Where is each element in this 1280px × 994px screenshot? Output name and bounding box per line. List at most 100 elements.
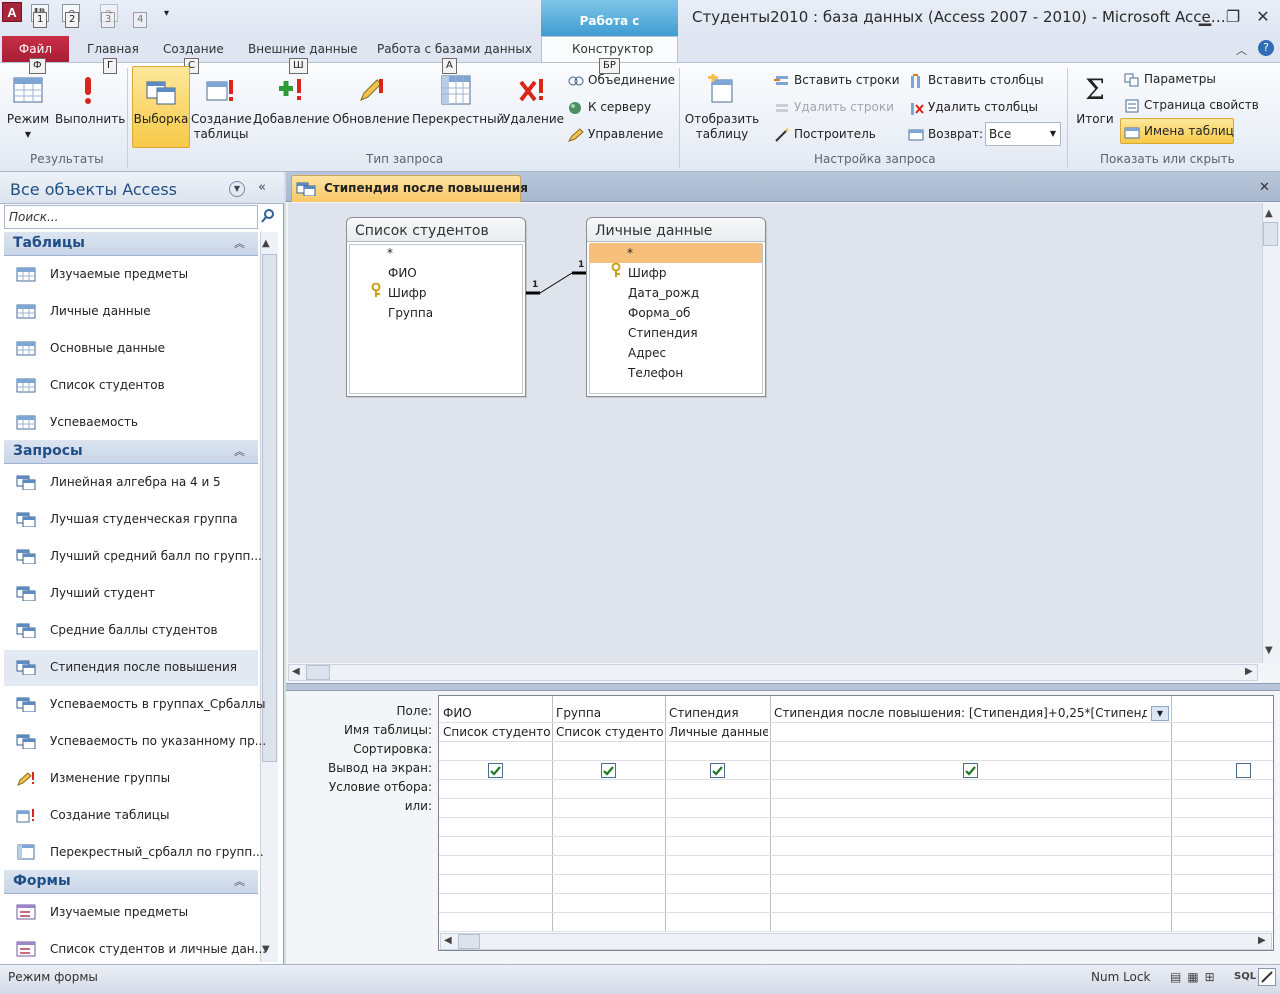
table-field[interactable]: * bbox=[627, 243, 633, 263]
return-combobox[interactable]: Все ▼ bbox=[985, 122, 1061, 146]
run-button[interactable]: Выполнить bbox=[55, 74, 125, 127]
design-view-icon[interactable] bbox=[1258, 968, 1276, 986]
search-icon[interactable] bbox=[261, 209, 275, 226]
table-field[interactable]: Адрес bbox=[628, 343, 666, 363]
nav-collapse-icon[interactable]: « bbox=[258, 180, 266, 195]
show-table-button[interactable]: Отобразить таблицу bbox=[684, 74, 760, 142]
nav-item[interactable]: Основные данные bbox=[4, 331, 258, 367]
nav-item[interactable]: Лучший средний балл по групп... bbox=[4, 539, 262, 575]
delete-rows-button[interactable]: Удалить строки bbox=[774, 97, 894, 117]
qat-customize-icon[interactable]: ▾ bbox=[164, 8, 169, 19]
upper-hscrollbar[interactable] bbox=[288, 664, 1258, 681]
upper-scroll-up-icon[interactable]: ▲ bbox=[1265, 208, 1273, 219]
table-field[interactable]: Шифр bbox=[388, 283, 427, 303]
show-checkbox[interactable] bbox=[1236, 763, 1251, 778]
union-button[interactable]: Объединение bbox=[568, 70, 675, 90]
upper-hscroll-thumb[interactable] bbox=[306, 665, 330, 680]
builder-button[interactable]: Построитель bbox=[774, 124, 876, 144]
grid-table-cell[interactable]: Личные данные bbox=[665, 723, 768, 742]
upper-scroll-left-icon[interactable]: ◀ bbox=[292, 666, 300, 677]
append-button[interactable]: Добавление bbox=[253, 74, 330, 127]
nav-item[interactable]: Успеваемость bbox=[4, 405, 258, 441]
nav-item[interactable]: Перекрестный_србалл по групп... bbox=[4, 835, 264, 871]
upper-scroll-down-icon[interactable]: ▼ bbox=[1265, 645, 1273, 656]
show-checkbox[interactable] bbox=[710, 763, 725, 778]
tab-create[interactable]: Создание bbox=[163, 42, 224, 56]
help-icon[interactable]: ? bbox=[1258, 40, 1274, 56]
restore-icon[interactable]: ❐ bbox=[1220, 6, 1246, 28]
parameters-button[interactable]: Параметры bbox=[1124, 69, 1216, 89]
tab-external-data[interactable]: Внешние данные bbox=[248, 42, 357, 56]
select-query-button[interactable]: Выборка bbox=[132, 74, 190, 127]
property-sheet-button[interactable]: Страница свойств bbox=[1124, 95, 1259, 115]
grid-hscroll-thumb[interactable] bbox=[458, 934, 480, 949]
table-box-title[interactable]: Список студентов bbox=[347, 218, 525, 242]
nav-search-input[interactable]: Поиск... bbox=[4, 205, 258, 229]
sql-view-icon[interactable]: SQL bbox=[1234, 971, 1256, 982]
collapse-section-icon[interactable]: ︽ bbox=[234, 235, 245, 251]
table-box-title[interactable]: Личные данные bbox=[587, 218, 765, 242]
nav-item[interactable]: Лучший студент bbox=[4, 576, 258, 612]
view-dropdown-icon[interactable]: ▼ bbox=[4, 127, 52, 142]
nav-item[interactable]: Средние баллы студентов bbox=[4, 613, 258, 649]
grid-scroll-right-icon[interactable]: ▶ bbox=[1258, 935, 1266, 946]
collapse-section-icon[interactable]: ︽ bbox=[234, 873, 245, 889]
grid-table-cell[interactable] bbox=[770, 723, 1169, 742]
grid-field-cell[interactable]: Группа bbox=[552, 704, 663, 723]
nav-item[interactable]: Стипендия после повышения bbox=[4, 650, 258, 686]
nav-item[interactable]: Успеваемость в группах_Србаллы bbox=[4, 687, 265, 723]
table-field[interactable]: Группа bbox=[388, 303, 433, 323]
grid-field-cell[interactable] bbox=[1171, 704, 1271, 723]
upper-vscroll-thumb[interactable] bbox=[1263, 222, 1278, 246]
totals-button[interactable]: Σ Итоги bbox=[1073, 74, 1117, 127]
pane-splitter[interactable] bbox=[286, 683, 1280, 691]
nav-item[interactable]: Успеваемость по указанному пр... bbox=[4, 724, 266, 760]
grid-field-cell[interactable]: Стипендия после повышения: [Стипендия]+0… bbox=[770, 704, 1147, 723]
nav-scroll-up-icon[interactable]: ▲ bbox=[262, 238, 270, 249]
nav-item[interactable]: Изучаемые предметы bbox=[4, 257, 258, 293]
access-app-icon[interactable]: A bbox=[2, 2, 22, 22]
nav-item[interactable]: Личные данные bbox=[4, 294, 258, 330]
grid-table-cell[interactable] bbox=[1171, 723, 1271, 742]
insert-columns-button[interactable]: Вставить столбцы bbox=[908, 70, 1044, 90]
table-box-spisok[interactable]: Список студентов bbox=[346, 217, 526, 397]
nav-item[interactable]: Изменение группы bbox=[4, 761, 258, 797]
grid-table-cell[interactable]: Список студентов bbox=[439, 723, 550, 742]
nav-scroll-thumb[interactable] bbox=[262, 254, 277, 762]
minimize-icon[interactable]: ▁ bbox=[1192, 6, 1218, 28]
upper-scroll-right-icon[interactable]: ▶ bbox=[1245, 666, 1253, 677]
collapse-section-icon[interactable]: ︽ bbox=[234, 443, 245, 459]
table-field[interactable]: Форма_об bbox=[628, 303, 690, 323]
view-button[interactable]: Режим ▼ bbox=[4, 74, 52, 142]
table-field[interactable]: Дата_рожд bbox=[628, 283, 699, 303]
tab-home[interactable]: Главная bbox=[87, 42, 139, 56]
nav-item[interactable]: Изучаемые предметы bbox=[4, 895, 258, 931]
grid-table-cell[interactable]: Список студентов bbox=[552, 723, 663, 742]
insert-rows-button[interactable]: Вставить строки bbox=[774, 70, 900, 90]
delete-columns-button[interactable]: Удалить столбцы bbox=[908, 97, 1038, 117]
field-dropdown-icon[interactable]: ▼ bbox=[1151, 706, 1169, 721]
table-field[interactable]: Телефон bbox=[628, 363, 683, 383]
nav-pane-title[interactable]: Все объекты Access bbox=[10, 180, 177, 199]
delete-query-button[interactable]: Удаление bbox=[503, 74, 564, 127]
grid-hscrollbar[interactable] bbox=[440, 933, 1272, 950]
return-dropdown-icon[interactable]: ▼ bbox=[1050, 123, 1056, 145]
nav-item[interactable]: Создание таблицы bbox=[4, 798, 258, 834]
nav-item[interactable]: Список студентов bbox=[4, 368, 258, 404]
show-checkbox[interactable] bbox=[601, 763, 616, 778]
nav-menu-dropdown-icon[interactable]: ▼ bbox=[229, 181, 245, 197]
data-definition-button[interactable]: Управление bbox=[567, 124, 663, 144]
upper-vscrollbar[interactable] bbox=[1262, 203, 1280, 663]
grid-field-cell[interactable]: Стипендия bbox=[665, 704, 768, 723]
table-field[interactable]: ФИО bbox=[388, 263, 417, 283]
crosstab-button[interactable]: Перекрестный bbox=[412, 74, 504, 127]
close-window-icon[interactable]: ✕ bbox=[1250, 6, 1276, 28]
nav-item[interactable]: Лучшая студенческая группа bbox=[4, 502, 258, 538]
tab-design[interactable]: Конструктор bbox=[572, 42, 653, 56]
ribbon-collapse-icon[interactable]: ︿ bbox=[1236, 42, 1247, 58]
nav-item[interactable]: Линейная алгебра на 4 и 5 bbox=[4, 465, 258, 501]
table-field[interactable]: Стипендия bbox=[628, 323, 698, 343]
pass-through-button[interactable]: К серверу bbox=[568, 97, 651, 117]
show-checkbox[interactable] bbox=[963, 763, 978, 778]
table-field[interactable]: Шифр bbox=[628, 263, 667, 283]
